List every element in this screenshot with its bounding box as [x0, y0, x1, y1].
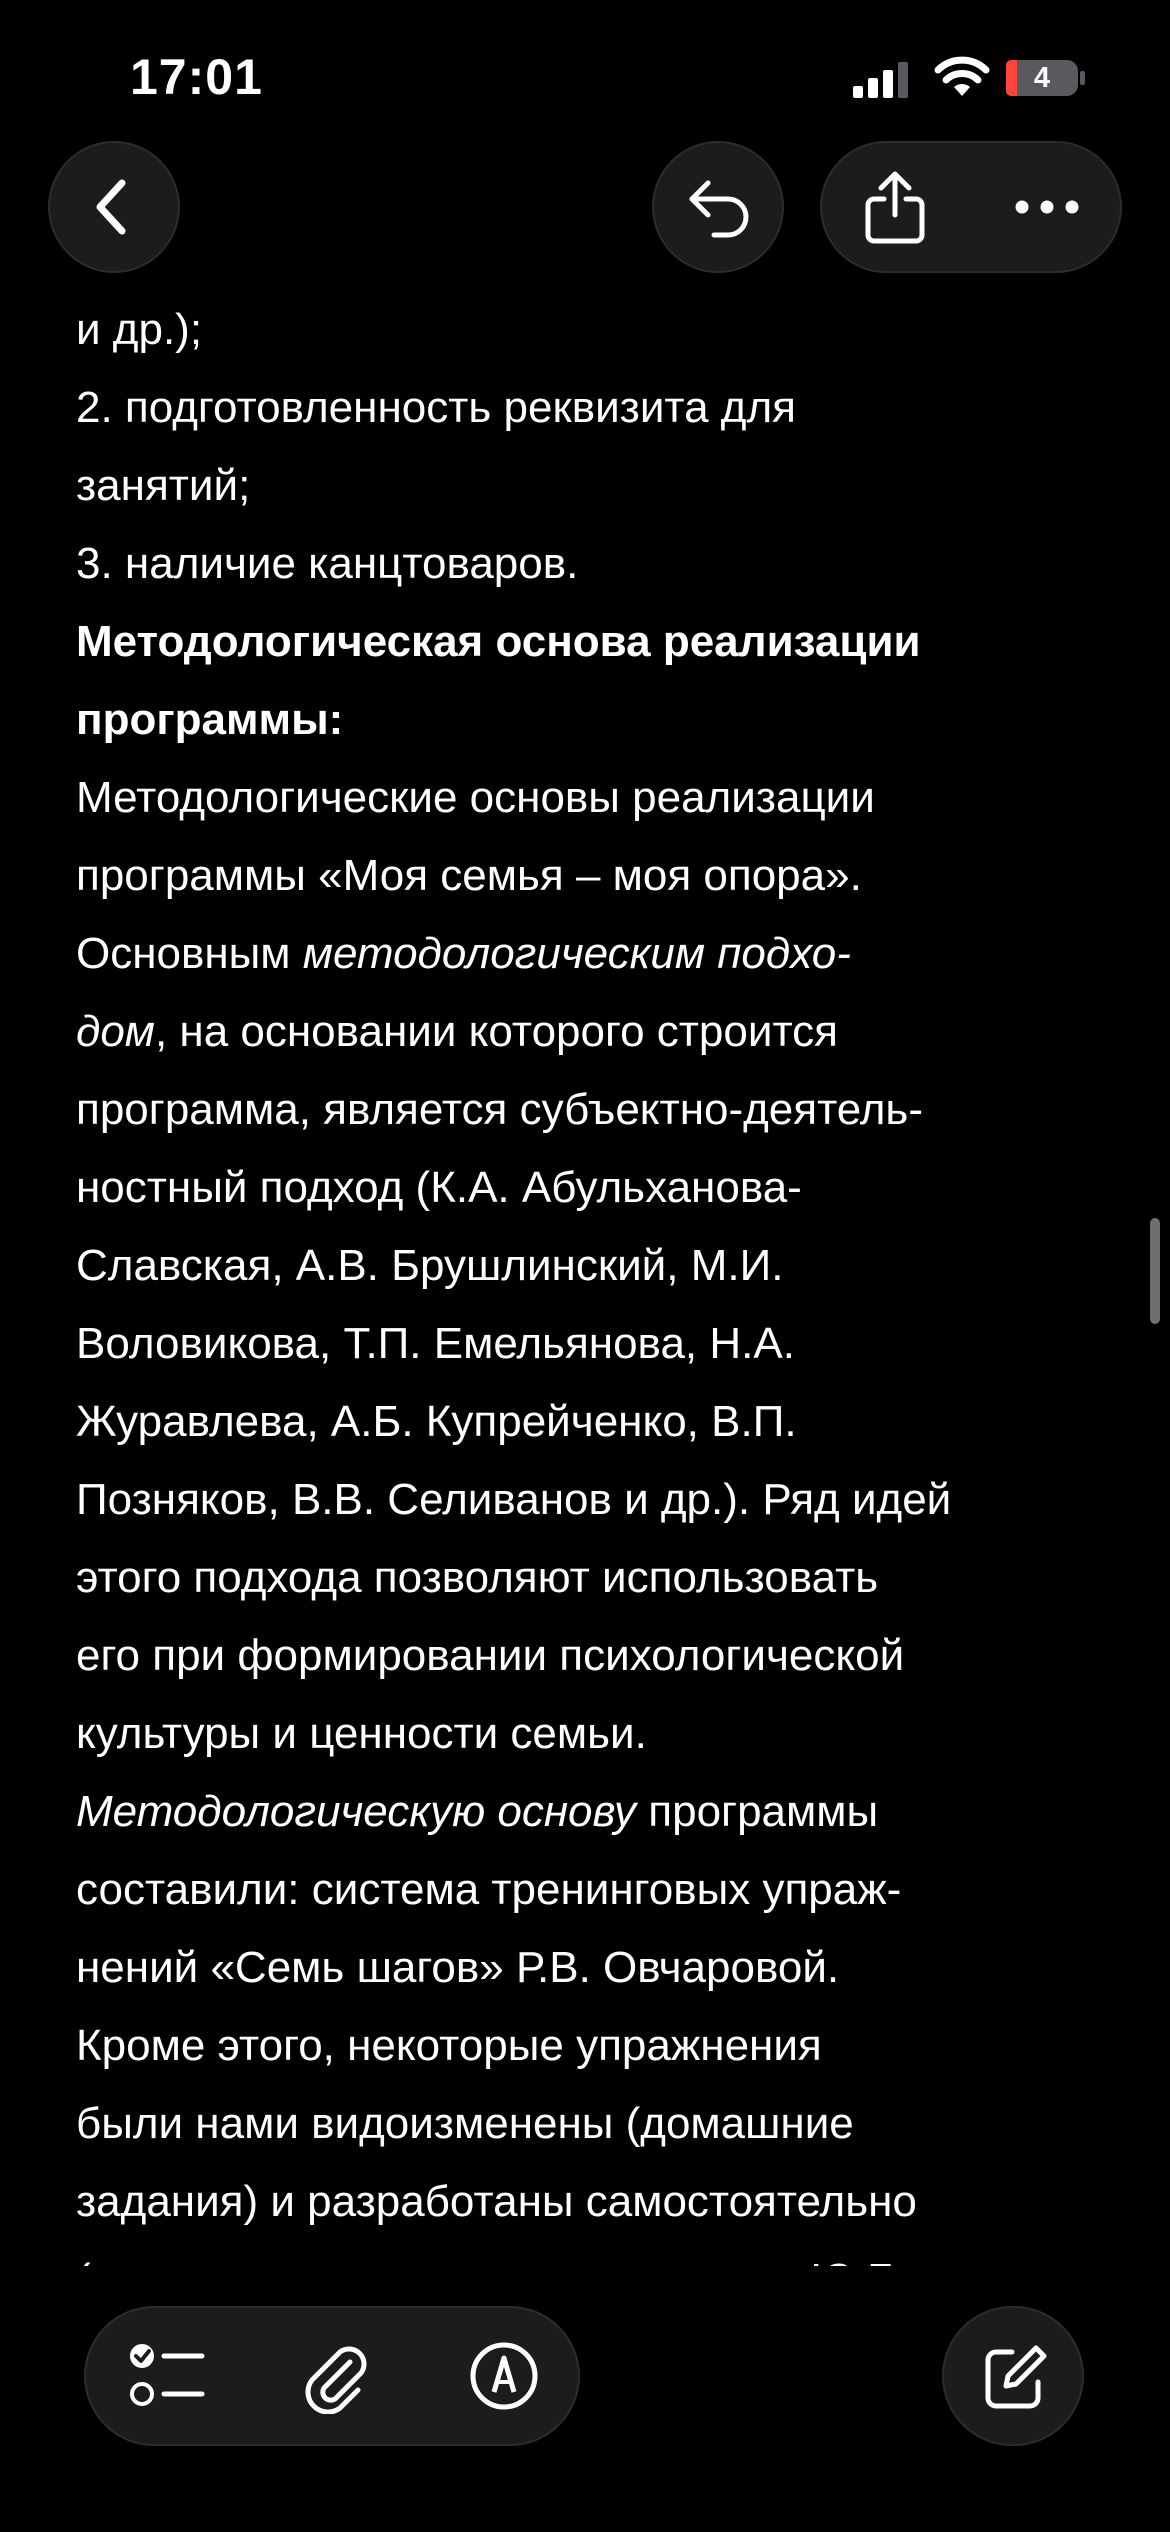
note-line: задания) и разработаны самостоятельно — [76, 2163, 1116, 2241]
status-bar: 17:01 4 — [0, 0, 1170, 150]
battery-indicator: 4 — [1005, 58, 1087, 98]
note-line: Воловикова, Т.П. Емельянова, Н.А. — [76, 1305, 1116, 1383]
wifi-icon — [934, 56, 990, 96]
note-text-run: ностный подход (К.А. Абульханова- — [76, 1163, 802, 1212]
note-text-run: занятий; — [76, 461, 251, 510]
note-text-run: Методологическая основа реализации — [76, 617, 921, 666]
note-line: (мини-лекции по материалам книги Ю.Б. — [76, 2241, 1116, 2266]
note-line: 3. наличие канцтоваров. — [76, 525, 1116, 603]
compose-icon — [985, 2345, 1047, 2409]
note-text-run: Славская, А.В. Брушлинский, М.И. — [76, 1241, 784, 1290]
cellular-signal-icon — [853, 62, 908, 98]
note-line: Методологическая основа реализации — [76, 603, 1116, 681]
note-line: этого подхода позволяют использовать — [76, 1539, 1116, 1617]
note-line: Основным методологическим подхо- — [76, 915, 1116, 993]
note-text-run: нений «Семь шагов» Р.В. Овчаровой. — [76, 1943, 840, 1992]
note-line: Методологическую основу программы — [76, 1773, 1116, 1851]
note-text-run: 2. подготовленность реквизита для — [76, 383, 796, 432]
note-line: 2. подготовленность реквизита для — [76, 369, 1116, 447]
status-time: 17:01 — [130, 49, 263, 105]
note-line: занятий; — [76, 447, 1116, 525]
note-text-run: задания) и разработаны самостоятельно — [76, 2177, 917, 2226]
note-line: Кроме этого, некоторые упражнения — [76, 2007, 1116, 2085]
markup-pen-icon — [470, 2342, 538, 2410]
share-more-group — [820, 141, 1122, 273]
note-line: культуры и ценности семьи. — [76, 1695, 1116, 1773]
checklist-icon — [130, 2344, 205, 2406]
note-line: Методологические основы реализации — [76, 759, 1116, 837]
note-text-run: культуры и ценности семьи. — [76, 1709, 647, 1758]
note-text-run: и др.); — [76, 305, 203, 354]
note-line: его при формировании психологической — [76, 1617, 1116, 1695]
note-text-run: программы «Моя семья – моя опора». — [76, 851, 862, 900]
note-text-run: программы — [636, 1787, 879, 1836]
note-text-run: Методологические основы реализации — [76, 773, 875, 822]
note-text-run: Основным — [76, 929, 303, 978]
note-text-run: Воловикова, Т.П. Емельянова, Н.А. — [76, 1319, 795, 1368]
share-icon — [865, 171, 925, 244]
bottom-toolbar — [84, 2306, 580, 2446]
share-button[interactable] — [822, 143, 972, 271]
scroll-indicator[interactable] — [1150, 1218, 1160, 1324]
undo-icon — [689, 180, 749, 238]
note-text-run: программы: — [76, 695, 344, 744]
note-text-run: этого подхода позволяют использовать — [76, 1553, 879, 1602]
more-button[interactable] — [972, 143, 1122, 271]
note-line: программа, является субъектно-деятель- — [76, 1071, 1116, 1149]
paperclip-icon — [305, 2346, 367, 2414]
chevron-left-icon — [96, 179, 126, 235]
note-line: Журавлева, А.Б. Купрейченко, В.П. — [76, 1383, 1116, 1461]
note-text-run: были нами видоизменены (домашние — [76, 2099, 854, 2148]
note-line: Славская, А.В. Брушлинский, М.И. — [76, 1227, 1116, 1305]
note-text-run: Кроме этого, некоторые упражнения — [76, 2021, 822, 2070]
more-icon — [1015, 200, 1079, 214]
attach-button[interactable] — [270, 2308, 400, 2444]
note-line: были нами видоизменены (домашние — [76, 2085, 1116, 2163]
battery-level: 4 — [1033, 62, 1051, 94]
note-text-run: дом — [76, 1007, 155, 1056]
note-line: программы: — [76, 681, 1116, 759]
note-text-run: методологическим подхо- — [302, 929, 851, 978]
note-text-run: его при формировании психологической — [76, 1631, 905, 1680]
note-line: ностный подход (К.А. Абульханова- — [76, 1149, 1116, 1227]
note-text-run: Методологическую основу — [76, 1787, 637, 1836]
note-line: нений «Семь шагов» Р.В. Овчаровой. — [76, 1929, 1116, 2007]
compose-button[interactable] — [942, 2306, 1084, 2446]
checklist-button[interactable] — [106, 2308, 236, 2444]
note-body[interactable]: и др.); 2. подготовленность реквизита для… — [76, 291, 1116, 2266]
note-text-run: Журавлева, А.Б. Купрейченко, В.П. — [76, 1397, 797, 1446]
note-line: дом, на основании которого строится — [76, 993, 1116, 1071]
note-text-run: 3. наличие канцтоваров. — [76, 539, 579, 588]
back-button[interactable] — [48, 141, 180, 273]
note-line: программы «Моя семья – моя опора». — [76, 837, 1116, 915]
note-line: составили: система тренинговых упраж- — [76, 1851, 1116, 1929]
note-text-run: (мини-лекции по материалам книги Ю.Б. — [76, 2255, 908, 2266]
note-text-run: , на основании которого строится — [154, 1007, 838, 1056]
note-line: и др.); — [76, 291, 1116, 369]
note-text-run: Позняков, В.В. Селиванов и др.). Ряд иде… — [76, 1475, 952, 1524]
markup-button[interactable] — [438, 2308, 568, 2444]
note-text-run: составили: система тренинговых упраж- — [76, 1865, 902, 1914]
note-line: Позняков, В.В. Селиванов и др.). Ряд иде… — [76, 1461, 1116, 1539]
undo-button[interactable] — [652, 141, 784, 273]
note-text-run: программа, является субъектно-деятель- — [76, 1085, 923, 1134]
